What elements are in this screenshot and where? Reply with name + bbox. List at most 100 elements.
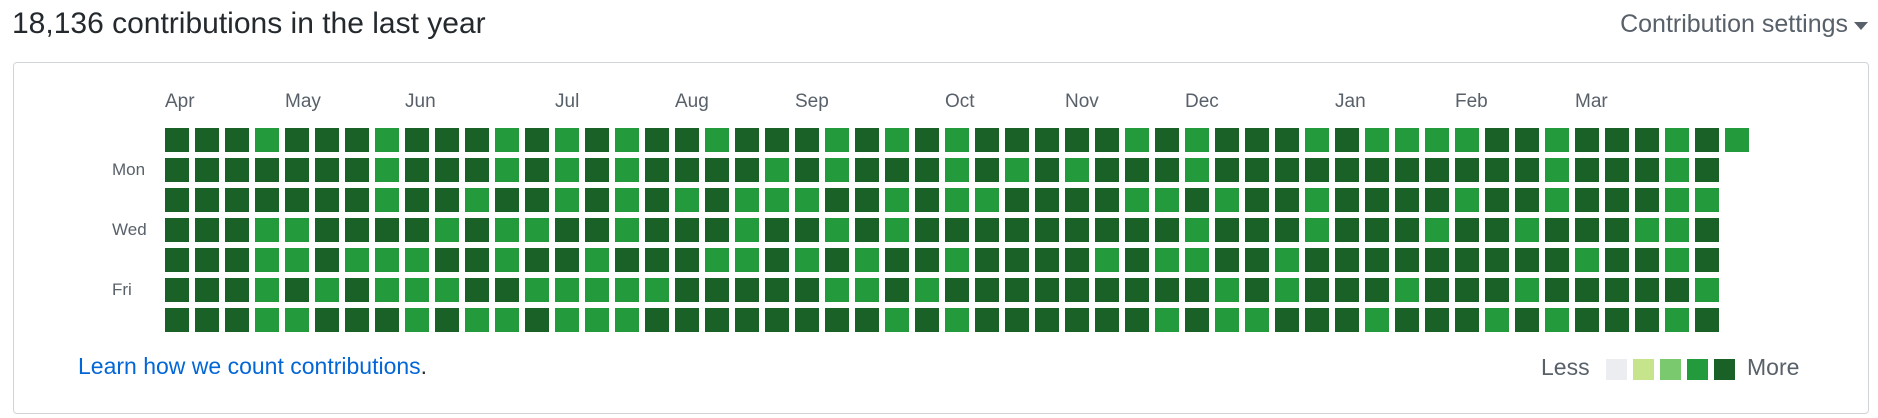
contribution-day-cell[interactable]: [1455, 188, 1479, 212]
contribution-day-cell[interactable]: [1515, 248, 1539, 272]
contribution-day-cell[interactable]: [1485, 158, 1509, 182]
contribution-day-cell[interactable]: [405, 278, 429, 302]
contribution-day-cell[interactable]: [1335, 188, 1359, 212]
contribution-day-cell[interactable]: [705, 128, 729, 152]
contribution-day-cell[interactable]: [255, 188, 279, 212]
contribution-day-cell[interactable]: [1395, 188, 1419, 212]
contribution-day-cell[interactable]: [945, 128, 969, 152]
contribution-day-cell[interactable]: [1635, 128, 1659, 152]
contribution-day-cell[interactable]: [1215, 248, 1239, 272]
contribution-day-cell[interactable]: [465, 308, 489, 332]
contribution-day-cell[interactable]: [1605, 158, 1629, 182]
contribution-day-cell[interactable]: [675, 128, 699, 152]
contribution-day-cell[interactable]: [525, 278, 549, 302]
contribution-day-cell[interactable]: [1095, 218, 1119, 242]
contribution-day-cell[interactable]: [1485, 278, 1509, 302]
contribution-day-cell[interactable]: [435, 128, 459, 152]
contribution-day-cell[interactable]: [945, 218, 969, 242]
contribution-day-cell[interactable]: [1395, 248, 1419, 272]
contribution-day-cell[interactable]: [495, 308, 519, 332]
contribution-day-cell[interactable]: [405, 128, 429, 152]
contribution-day-cell[interactable]: [1605, 218, 1629, 242]
contribution-day-cell[interactable]: [1695, 188, 1719, 212]
contribution-day-cell[interactable]: [1665, 308, 1689, 332]
contribution-day-cell[interactable]: [975, 248, 999, 272]
contribution-day-cell[interactable]: [915, 158, 939, 182]
contribution-day-cell[interactable]: [255, 158, 279, 182]
contribution-day-cell[interactable]: [1035, 248, 1059, 272]
contribution-day-cell[interactable]: [225, 308, 249, 332]
contribution-day-cell[interactable]: [195, 278, 219, 302]
contribution-day-cell[interactable]: [375, 158, 399, 182]
contribution-day-cell[interactable]: [795, 308, 819, 332]
contribution-day-cell[interactable]: [945, 308, 969, 332]
contribution-day-cell[interactable]: [1695, 218, 1719, 242]
contribution-day-cell[interactable]: [285, 278, 309, 302]
contribution-day-cell[interactable]: [1365, 188, 1389, 212]
contribution-day-cell[interactable]: [885, 188, 909, 212]
learn-how-we-count-link[interactable]: Learn how we count contributions.: [78, 353, 427, 380]
contribution-day-cell[interactable]: [1635, 308, 1659, 332]
contribution-day-cell[interactable]: [1365, 308, 1389, 332]
contribution-day-cell[interactable]: [1185, 248, 1209, 272]
contribution-day-cell[interactable]: [225, 188, 249, 212]
contribution-day-cell[interactable]: [675, 308, 699, 332]
contribution-day-cell[interactable]: [555, 158, 579, 182]
contribution-day-cell[interactable]: [1065, 248, 1089, 272]
contribution-day-cell[interactable]: [285, 308, 309, 332]
contribution-day-cell[interactable]: [1665, 218, 1689, 242]
contribution-day-cell[interactable]: [345, 218, 369, 242]
contribution-day-cell[interactable]: [1455, 128, 1479, 152]
contribution-day-cell[interactable]: [1275, 308, 1299, 332]
contribution-day-cell[interactable]: [1215, 188, 1239, 212]
contribution-day-cell[interactable]: [945, 278, 969, 302]
contribution-day-cell[interactable]: [975, 308, 999, 332]
contribution-day-cell[interactable]: [1695, 278, 1719, 302]
contribution-day-cell[interactable]: [1065, 218, 1089, 242]
contribution-day-cell[interactable]: [435, 218, 459, 242]
contribution-day-cell[interactable]: [1305, 248, 1329, 272]
contribution-day-cell[interactable]: [1185, 128, 1209, 152]
contribution-day-cell[interactable]: [525, 128, 549, 152]
contribution-day-cell[interactable]: [405, 218, 429, 242]
contribution-day-cell[interactable]: [405, 158, 429, 182]
contribution-day-cell[interactable]: [1245, 248, 1269, 272]
contribution-day-cell[interactable]: [1005, 218, 1029, 242]
contribution-day-cell[interactable]: [1245, 158, 1269, 182]
contribution-day-cell[interactable]: [825, 218, 849, 242]
contribution-day-cell[interactable]: [495, 158, 519, 182]
contribution-day-cell[interactable]: [165, 158, 189, 182]
contribution-day-cell[interactable]: [1365, 248, 1389, 272]
contribution-day-cell[interactable]: [1035, 218, 1059, 242]
contribution-day-cell[interactable]: [1365, 158, 1389, 182]
contribution-day-cell[interactable]: [975, 278, 999, 302]
contribution-day-cell[interactable]: [1485, 218, 1509, 242]
contribution-day-cell[interactable]: [165, 248, 189, 272]
contribution-day-cell[interactable]: [1005, 128, 1029, 152]
contribution-day-cell[interactable]: [645, 278, 669, 302]
contribution-day-cell[interactable]: [1215, 308, 1239, 332]
contribution-day-cell[interactable]: [795, 128, 819, 152]
contribution-day-cell[interactable]: [405, 248, 429, 272]
contribution-day-cell[interactable]: [1485, 128, 1509, 152]
contribution-day-cell[interactable]: [555, 308, 579, 332]
contribution-day-cell[interactable]: [1545, 128, 1569, 152]
contribution-day-cell[interactable]: [795, 278, 819, 302]
contribution-day-cell[interactable]: [1005, 308, 1029, 332]
contribution-day-cell[interactable]: [1125, 218, 1149, 242]
contribution-day-cell[interactable]: [1275, 188, 1299, 212]
contribution-day-cell[interactable]: [705, 248, 729, 272]
contribution-day-cell[interactable]: [1185, 188, 1209, 212]
contribution-day-cell[interactable]: [1095, 158, 1119, 182]
contribution-day-cell[interactable]: [285, 188, 309, 212]
contribution-day-cell[interactable]: [1635, 218, 1659, 242]
contribution-day-cell[interactable]: [1665, 128, 1689, 152]
contribution-day-cell[interactable]: [435, 158, 459, 182]
contribution-day-cell[interactable]: [1215, 128, 1239, 152]
contribution-day-cell[interactable]: [1515, 158, 1539, 182]
contribution-day-cell[interactable]: [885, 278, 909, 302]
contribution-day-cell[interactable]: [885, 308, 909, 332]
contribution-day-cell[interactable]: [165, 278, 189, 302]
contribution-day-cell[interactable]: [795, 188, 819, 212]
contribution-day-cell[interactable]: [825, 248, 849, 272]
